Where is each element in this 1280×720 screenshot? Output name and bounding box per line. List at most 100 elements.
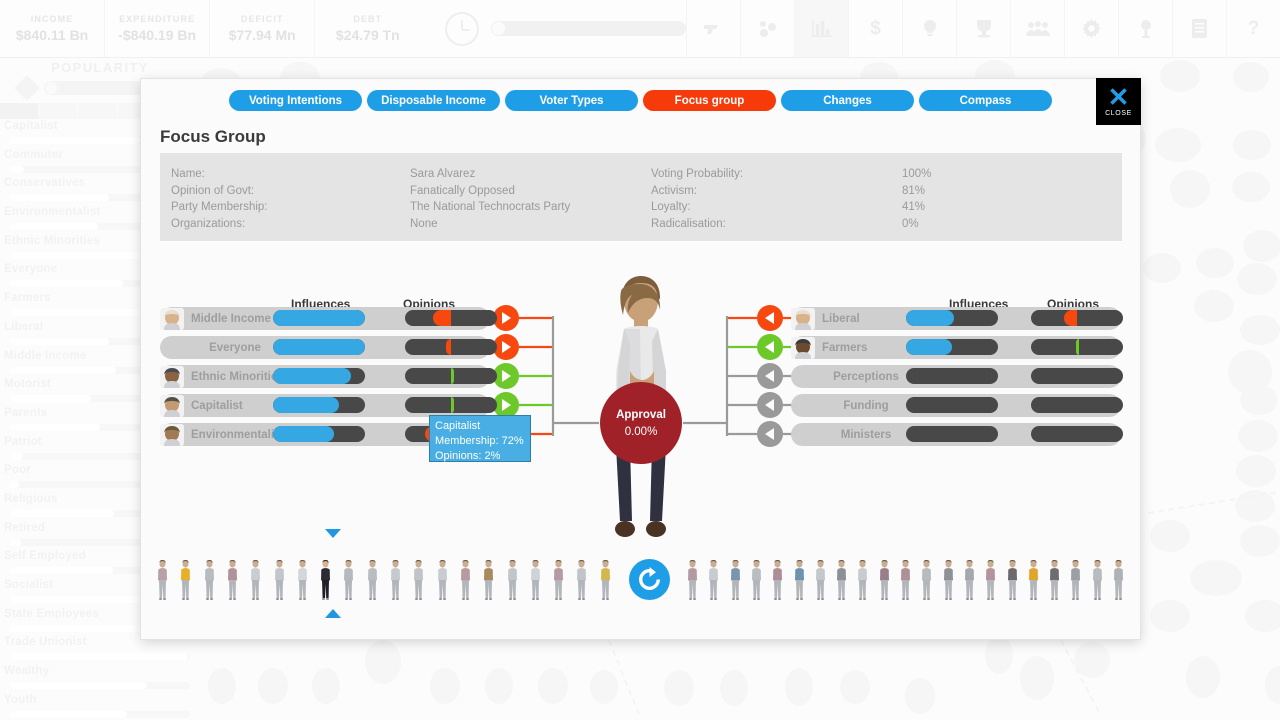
filmstrip-person[interactable]	[389, 559, 402, 607]
turn-progress-slider[interactable]	[491, 21, 686, 36]
lightbulb-icon[interactable]	[902, 0, 956, 57]
person-figure[interactable]	[156, 559, 169, 602]
filmstrip-person[interactable]	[899, 559, 912, 607]
filmstrip-person[interactable]	[506, 559, 519, 607]
gun-icon[interactable]	[686, 0, 740, 57]
toolbar-icons[interactable]: $ ?	[686, 0, 1280, 57]
person-figure[interactable]	[249, 559, 262, 602]
filmstrip-person[interactable]	[575, 559, 588, 607]
person-figure[interactable]	[899, 559, 912, 602]
person-figure[interactable]	[459, 559, 472, 602]
person-figure[interactable]	[389, 559, 402, 602]
person-figure[interactable]	[436, 559, 449, 602]
filmstrip-person[interactable]	[878, 559, 891, 607]
sidebar-item-wealthy[interactable]: Wealthy	[0, 665, 200, 694]
filmstrip-person[interactable]	[920, 559, 933, 607]
compass-diamond-icon[interactable]	[14, 75, 40, 101]
filmstrip-person[interactable]	[835, 559, 848, 607]
filmstrip-person[interactable]	[156, 559, 169, 607]
person-figure[interactable]	[942, 559, 955, 602]
bar-chart-icon[interactable]	[794, 0, 848, 57]
filmstrip-person[interactable]	[984, 559, 997, 607]
filmstrip-person[interactable]	[366, 559, 379, 607]
sidebar-item-trade-unionist[interactable]: Trade Unionist	[0, 636, 200, 665]
filmstrip-person[interactable]	[771, 559, 784, 607]
person-figure[interactable]	[707, 559, 720, 602]
filmstrip-person[interactable]	[1091, 559, 1104, 607]
filmstrip-person[interactable]	[1006, 559, 1019, 607]
person-figure[interactable]	[686, 559, 699, 602]
tab-focus-group[interactable]: Focus group	[643, 90, 776, 111]
popularity-tab-trend[interactable]	[39, 103, 79, 119]
filmstrip-person[interactable]	[529, 559, 542, 607]
person-figure[interactable]	[342, 559, 355, 602]
person-figure[interactable]	[835, 559, 848, 602]
person-figure[interactable]	[729, 559, 742, 602]
tab-changes[interactable]: Changes	[781, 90, 914, 111]
person-figure[interactable]	[878, 559, 891, 602]
person-figure[interactable]	[814, 559, 827, 602]
person-figure[interactable]	[575, 559, 588, 602]
person-figure[interactable]	[319, 559, 332, 602]
filmstrip-person[interactable]	[319, 559, 332, 607]
filmstrip-person[interactable]	[942, 559, 955, 607]
focus-group-filmstrip[interactable]	[151, 529, 1130, 619]
filmstrip-person[interactable]	[273, 559, 286, 607]
filmstrip-person[interactable]	[226, 559, 239, 607]
person-figure[interactable]	[529, 559, 542, 602]
person-figure[interactable]	[920, 559, 933, 602]
person-figure[interactable]	[793, 559, 806, 602]
help-icon[interactable]: ?	[1226, 0, 1280, 57]
filmstrip-person[interactable]	[459, 559, 472, 607]
medal-icon[interactable]	[1118, 0, 1172, 57]
person-figure[interactable]	[984, 559, 997, 602]
sidebar-item-youth[interactable]: Youth	[0, 694, 200, 720]
refresh-button[interactable]	[629, 559, 670, 600]
filmstrip-person[interactable]	[1112, 559, 1125, 607]
person-figure[interactable]	[296, 559, 309, 602]
person-figure[interactable]	[366, 559, 379, 602]
popularity-slider-knob[interactable]	[45, 82, 57, 94]
situations-icon[interactable]	[740, 0, 794, 57]
dollar-icon[interactable]: $	[848, 0, 902, 57]
person-figure[interactable]	[203, 559, 216, 602]
person-figure[interactable]	[1091, 559, 1104, 602]
clock-icon[interactable]	[445, 11, 480, 46]
filmstrip-person[interactable]	[342, 559, 355, 607]
filmstrip-person[interactable]	[729, 559, 742, 607]
person-figure[interactable]	[1112, 559, 1125, 602]
person-figure[interactable]	[963, 559, 976, 602]
filmstrip-person[interactable]	[1048, 559, 1061, 607]
person-figure[interactable]	[1069, 559, 1082, 602]
person-figure[interactable]	[1048, 559, 1061, 602]
filmstrip-person[interactable]	[856, 559, 869, 607]
person-figure[interactable]	[273, 559, 286, 602]
filmstrip-person[interactable]	[599, 559, 612, 607]
popularity-tab-down[interactable]	[78, 103, 118, 119]
person-figure[interactable]	[599, 559, 612, 602]
trophy-icon[interactable]	[956, 0, 1010, 57]
turn-progress-knob[interactable]	[492, 22, 506, 35]
voters-icon[interactable]	[1010, 0, 1064, 57]
person-figure[interactable]	[1006, 559, 1019, 602]
filmstrip-person[interactable]	[249, 559, 262, 607]
filmstrip-person[interactable]	[814, 559, 827, 607]
dialog-tab-strip[interactable]: Voting Intentions Disposable Income Vote…	[141, 79, 1140, 112]
filmstrip-person[interactable]	[1069, 559, 1082, 607]
tab-voting-intentions[interactable]: Voting Intentions	[229, 90, 362, 111]
filmstrip-person[interactable]	[1027, 559, 1040, 607]
filmstrip-person[interactable]	[203, 559, 216, 607]
filmstrip-person[interactable]	[436, 559, 449, 607]
filmstrip-person[interactable]	[963, 559, 976, 607]
filmstrip-person[interactable]	[707, 559, 720, 607]
turn-controls[interactable]	[420, 0, 686, 57]
close-button[interactable]: ✕ CLOSE	[1096, 78, 1141, 125]
person-figure[interactable]	[482, 559, 495, 602]
tab-disposable-income[interactable]: Disposable Income	[367, 90, 500, 111]
filmstrip-person[interactable]	[552, 559, 565, 607]
person-figure[interactable]	[506, 559, 519, 602]
filmstrip-person[interactable]	[750, 559, 763, 607]
person-figure[interactable]	[179, 559, 192, 602]
filmstrip-person[interactable]	[793, 559, 806, 607]
filmstrip-person[interactable]	[296, 559, 309, 607]
